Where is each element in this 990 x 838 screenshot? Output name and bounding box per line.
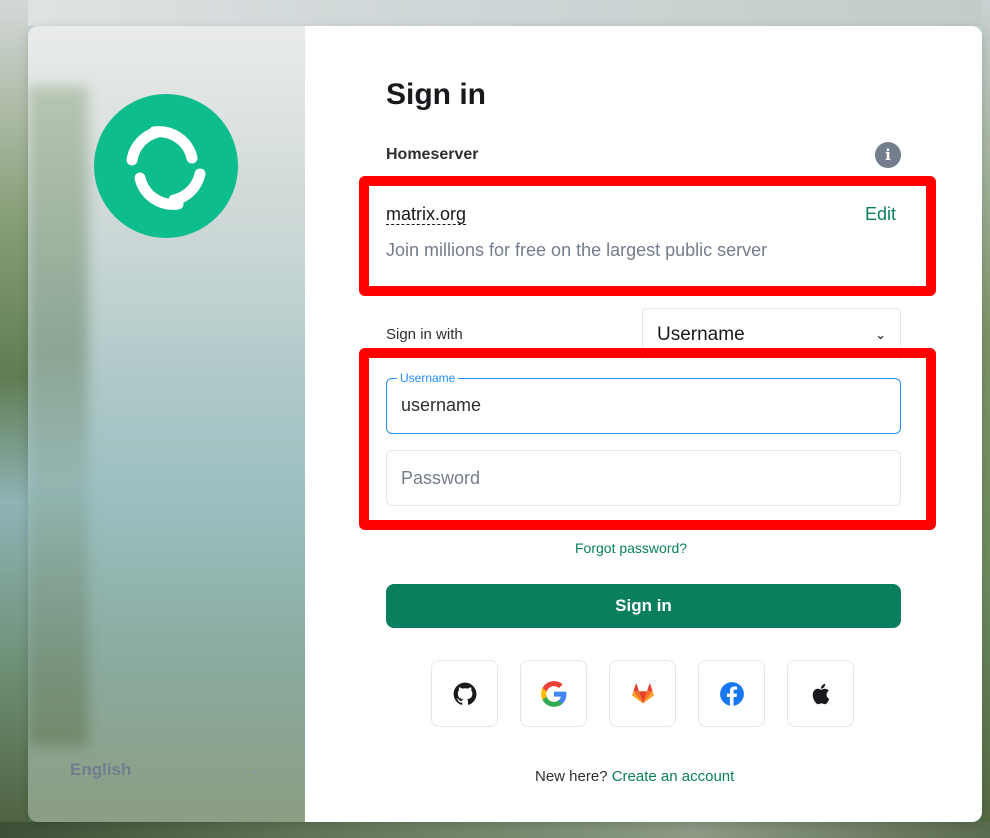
homeserver-label: Homeserver [386,146,479,163]
background-top [0,0,990,26]
homeserver-description: Join millions for free on the largest pu… [386,240,768,260]
create-account-link[interactable]: Create an account [612,768,735,785]
element-logo-icon [94,94,238,238]
gitlab-icon [631,683,654,703]
password-field[interactable]: Password [386,450,901,506]
background-right [982,0,990,838]
signin-with-value: Username [657,323,745,345]
facebook-icon [719,681,744,706]
apple-icon [812,683,829,704]
google-icon [540,680,566,707]
register-prompt-text: New here? [535,768,608,785]
login-form-panel: Sign in Homeserver i matrix.org Edit Joi… [305,26,982,822]
chevron-down-icon: ⌄ [249,763,260,777]
sso-buttons [431,660,854,727]
sso-button-gitlab[interactable] [609,660,676,727]
register-prompt: New here? Create an account [535,768,734,785]
language-label: English [70,760,132,779]
sso-button-facebook[interactable] [698,660,765,727]
forgot-password-link[interactable]: Forgot password? [575,540,687,556]
highlight-box-homeserver [359,176,936,296]
sso-button-apple[interactable] [787,660,854,727]
sso-button-github[interactable] [431,660,498,727]
username-input[interactable]: username [401,395,481,416]
background-bottom [0,822,990,838]
password-input[interactable]: Password [401,468,480,489]
auth-side-panel: English ⌄ [28,26,305,822]
github-icon [453,682,476,705]
chevron-down-icon: ⌄ [875,326,886,342]
language-selector[interactable]: English ⌄ [70,758,260,782]
username-field-label: Username [397,371,459,385]
element-logo-glyph [126,126,206,210]
username-field[interactable]: Username username [386,371,901,434]
background-left [0,0,28,838]
sso-button-google[interactable] [520,660,587,727]
auth-card: English ⌄ Sign in Homeserver i matrix.or… [28,26,982,822]
homeserver-name: matrix.org [386,204,467,225]
sign-in-button[interactable]: Sign in [386,584,901,628]
info-icon[interactable]: i [875,142,901,168]
page-title: Sign in [386,78,486,111]
signin-with-label: Sign in with [386,326,463,343]
homeserver-edit-button[interactable]: Edit [865,204,896,225]
